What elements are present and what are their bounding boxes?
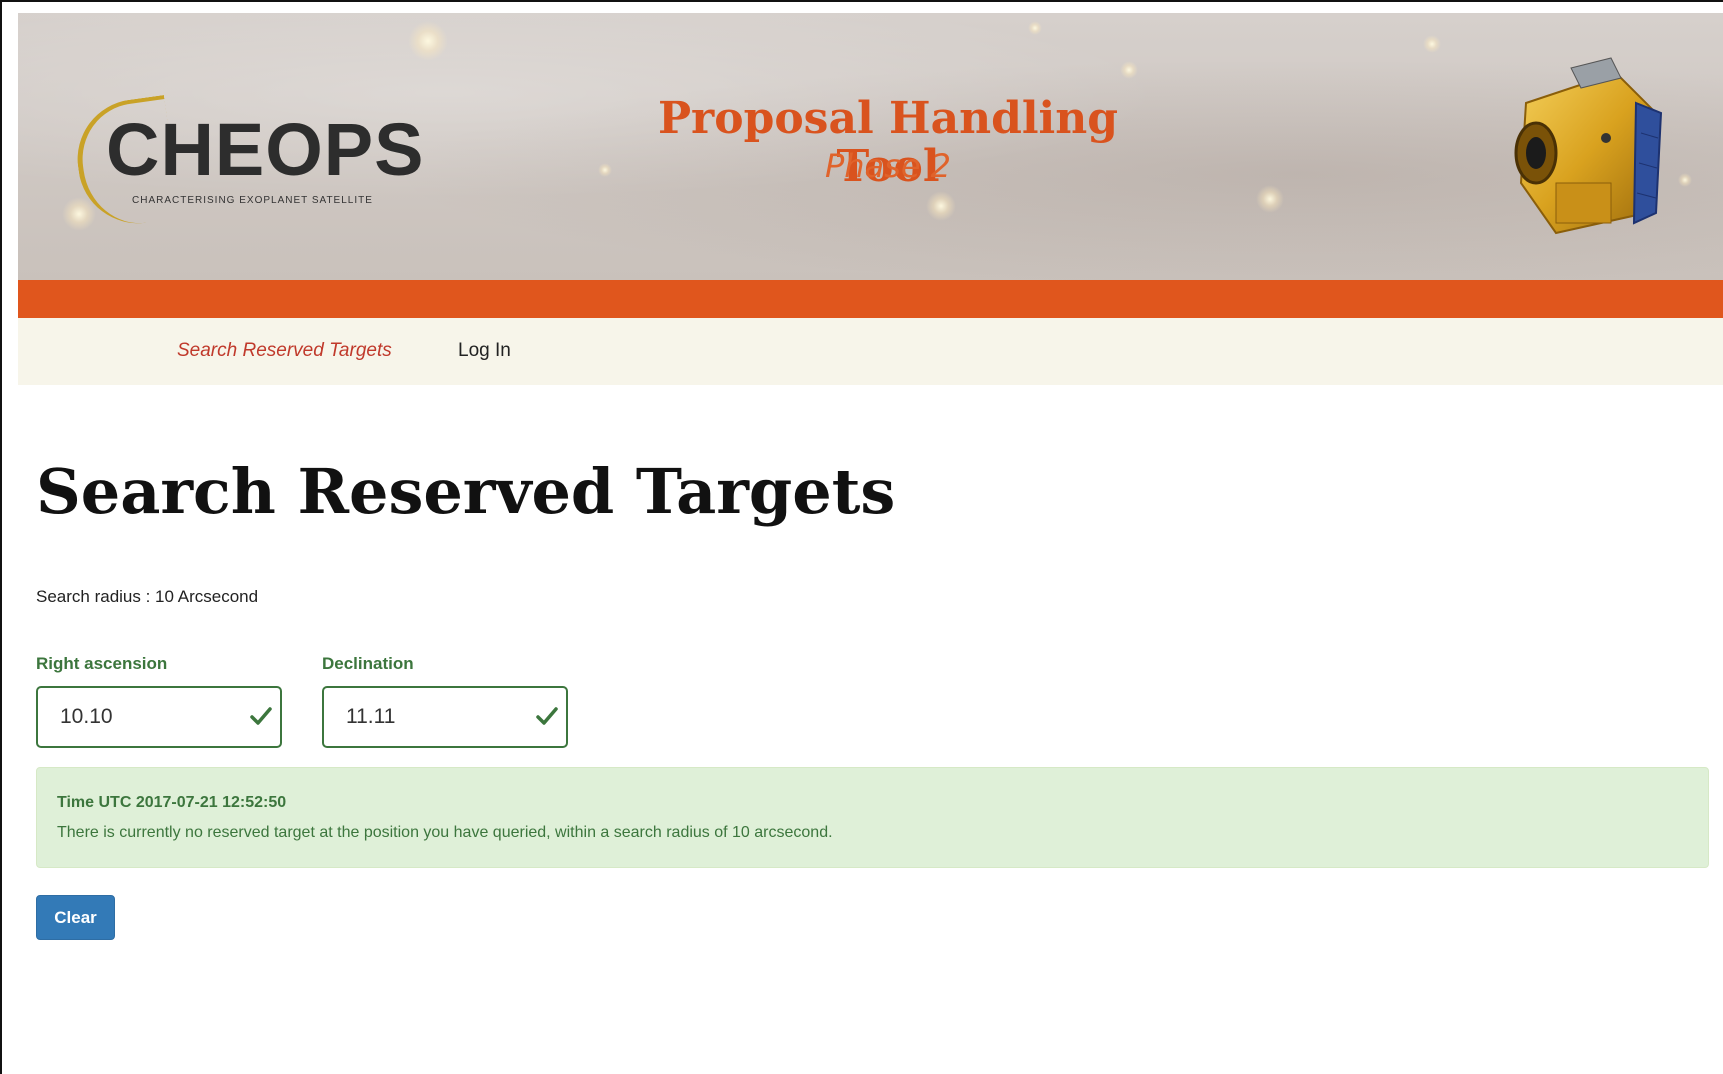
check-icon <box>536 707 558 725</box>
page-title: Search Reserved Targets <box>36 455 896 528</box>
result-time: Time UTC 2017-07-21 12:52:50 <box>57 794 287 811</box>
cheops-logo[interactable]: CHEOPS CHARACTERISING EXOPLANET SATELLIT… <box>58 85 458 232</box>
star-decoration <box>1120 61 1138 79</box>
browser-frame: CHEOPS CHARACTERISING EXOPLANET SATELLIT… <box>0 0 1723 1074</box>
star-decoration <box>408 21 448 61</box>
logo-tagline: CHARACTERISING EXOPLANET SATELLITE <box>132 195 373 206</box>
header-banner: CHEOPS CHARACTERISING EXOPLANET SATELLIT… <box>18 13 1723 280</box>
star-decoration <box>1423 35 1441 53</box>
logo-wordmark: CHEOPS <box>106 108 425 191</box>
search-radius-text: Search radius : 10 Arcsecond <box>36 587 259 606</box>
clear-button[interactable]: Clear <box>36 895 115 940</box>
satellite-icon <box>1514 57 1663 235</box>
star-decoration <box>926 191 956 221</box>
header-accent-bar <box>18 280 1723 318</box>
star-decoration <box>1028 21 1042 35</box>
nav-search-reserved-targets[interactable]: Search Reserved Targets <box>177 340 392 362</box>
dec-label: Declination <box>322 654 414 673</box>
dec-field[interactable] <box>322 686 568 748</box>
ra-input[interactable] <box>60 700 230 734</box>
nav-log-in[interactable]: Log In <box>458 340 511 362</box>
result-message: There is currently no reserved target at… <box>57 824 833 841</box>
ra-label: Right ascension <box>36 654 168 673</box>
dec-input[interactable] <box>346 700 516 734</box>
app-subtitle: Phase 2 <box>824 147 952 185</box>
ra-field[interactable] <box>36 686 282 748</box>
check-icon <box>250 707 272 725</box>
star-decoration <box>1678 173 1692 187</box>
nav-bar: Search Reserved Targets Log In <box>18 318 1723 385</box>
star-decoration <box>1256 185 1284 213</box>
result-alert: Time UTC 2017-07-21 12:52:50 There is cu… <box>36 767 1709 868</box>
